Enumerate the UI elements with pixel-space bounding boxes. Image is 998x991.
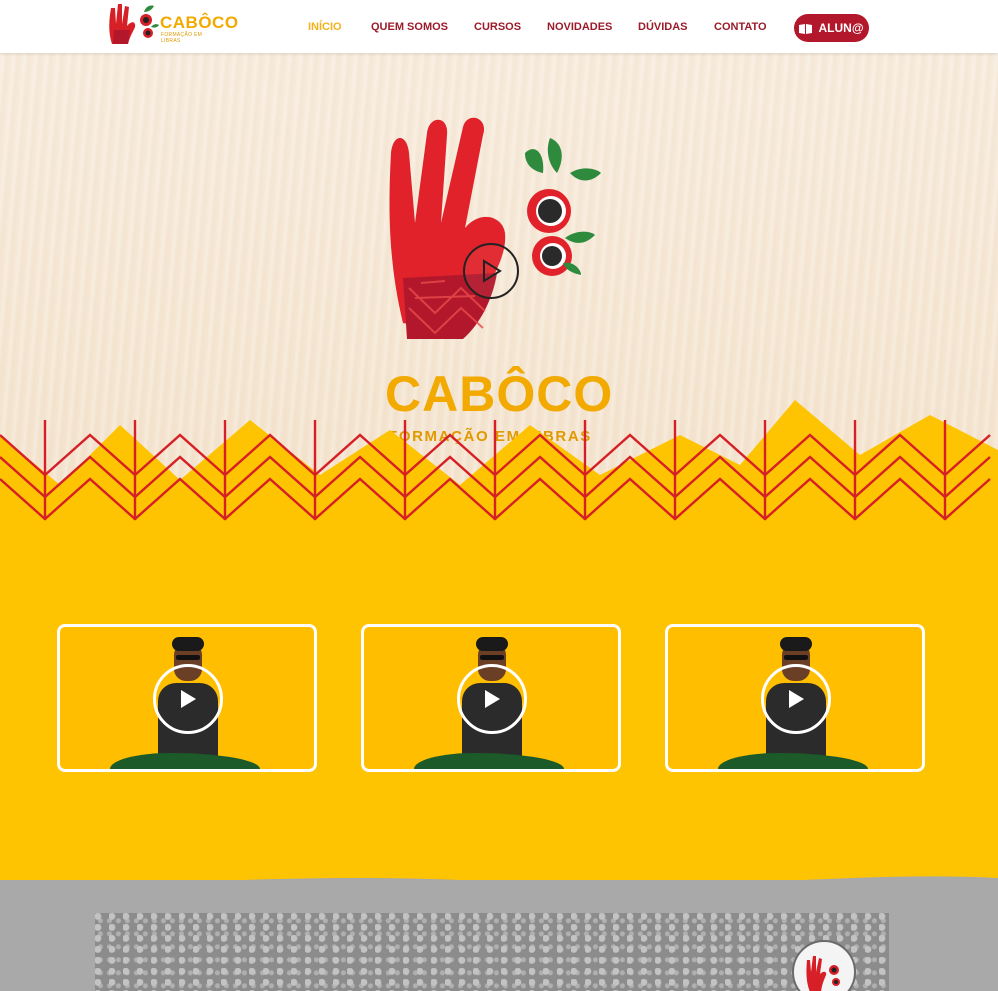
nav-inicio[interactable]: INÍCIO	[308, 21, 342, 33]
nav-novidades[interactable]: NOVIDADES	[547, 21, 612, 33]
logo-hand-icon	[806, 956, 840, 991]
logo-badge	[792, 940, 856, 991]
site-header: CABÔCO FORMAÇÃO EM LIBRAS INÍCIO QUEM SO…	[0, 0, 998, 53]
logo-hand-icon	[109, 4, 159, 44]
site-logo[interactable]: CABÔCO FORMAÇÃO EM LIBRAS	[106, 0, 238, 48]
nav-contato[interactable]: CONTATO	[714, 21, 767, 33]
video-card-1[interactable]	[57, 624, 317, 772]
wave-divider	[0, 876, 998, 910]
play-icon	[181, 690, 196, 708]
nav-quem-somos[interactable]: QUEM SOMOS	[371, 21, 448, 33]
video-card-2[interactable]	[361, 624, 621, 772]
nav-duvidas[interactable]: DÚVIDAS	[638, 21, 688, 33]
play-icon	[789, 690, 804, 708]
logo-wordmark: CABÔCO	[160, 13, 239, 32]
hero-hand-logo-icon	[389, 117, 601, 339]
video-card-3[interactable]	[665, 624, 925, 772]
logo-tagline: FORMAÇÃO EM LIBRAS	[161, 32, 203, 44]
hero-play-button[interactable]	[463, 243, 519, 299]
student-area-button[interactable]: ALUN@	[794, 14, 869, 42]
book-icon	[799, 23, 813, 34]
zigzag-border	[0, 400, 998, 525]
video-play-button[interactable]	[153, 664, 223, 734]
video-play-button[interactable]	[457, 664, 527, 734]
video-play-button[interactable]	[761, 664, 831, 734]
nav-cursos[interactable]: CURSOS	[474, 21, 521, 33]
photo-banner	[95, 913, 889, 991]
student-area-label: ALUN@	[818, 21, 864, 35]
play-icon	[485, 690, 500, 708]
play-icon	[483, 259, 502, 283]
